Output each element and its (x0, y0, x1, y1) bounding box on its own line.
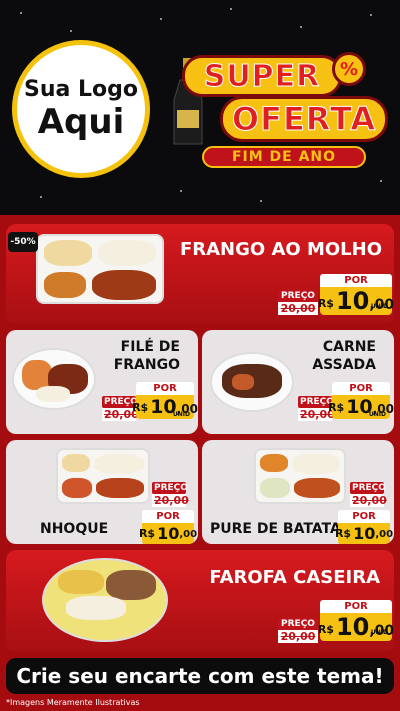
old-price: 20,00 (298, 408, 335, 421)
old-price: 20,00 (350, 494, 387, 507)
percent-icon: % (332, 52, 366, 86)
old-price-box: PREÇO 20,00 (350, 482, 387, 507)
product-name: NHOQUE (40, 521, 109, 537)
product-image (12, 348, 96, 410)
old-price-box: PREÇO 20,00 (102, 396, 139, 421)
old-price-label: PREÇO (102, 396, 138, 408)
old-price: 20,00 (152, 494, 189, 507)
product-card-pure-de-batata: PURE DE BATATA PREÇO 20,00 POR R$ 10 ,00 (202, 440, 394, 544)
old-price-label: PREÇO (350, 482, 386, 494)
por-label: POR (142, 510, 194, 523)
product-name-line-1: CARNE (322, 339, 376, 355)
product-card-nhoque: NHOQUE PREÇO 20,00 POR R$ 10 ,00 (6, 440, 198, 544)
por-label: POR (136, 382, 194, 395)
product-name: FAROFA CASEIRA (209, 567, 380, 588)
price-box: POR R$ 10 ,00 UNID (132, 382, 198, 419)
old-price: 20,00 (102, 408, 139, 421)
por-label: POR (332, 382, 390, 395)
discount-badge: -50% (8, 232, 38, 252)
product-image (36, 234, 164, 304)
price: R$ 10 ,00 UNID (132, 395, 198, 419)
product-image (56, 448, 150, 504)
product-card-farofa-caseira: FAROFA CASEIRA PREÇO 20,00 POR R$ 10 ,00… (6, 550, 394, 652)
price-box: POR R$ 10 ,00 (334, 510, 394, 544)
por-label: POR (338, 510, 390, 523)
cta-banner[interactable]: Crie seu encarte com este tema! (6, 658, 394, 694)
price: R$ 10 ,00 UNID (317, 613, 394, 641)
product-image (42, 558, 168, 642)
price-box: POR R$ 10 ,00 UNID (328, 382, 394, 419)
super-label: SUPER (182, 55, 342, 97)
old-price: 20,00 (278, 630, 318, 643)
por-label: POR (320, 274, 392, 287)
logo-line-2: Aqui (37, 102, 125, 142)
product-name-line-2: ASSADA (312, 357, 376, 373)
price-box: POR R$ 10 ,00 UNID (317, 600, 394, 641)
price-box: POR R$ 10 ,00 (138, 510, 198, 544)
product-card-carne-assada: CARNE ASSADA PREÇO 20,00 POR R$ 10 ,00 U… (202, 330, 394, 434)
footnote: *Imagens Meramente Ilustrativas (6, 698, 140, 707)
fim-de-ano-label: FIM DE ANO (202, 146, 366, 168)
logo-placeholder: Sua Logo Aqui (12, 40, 150, 178)
product-image (210, 352, 294, 412)
logo-line-1: Sua Logo (23, 77, 138, 102)
old-price: 20,00 (278, 302, 318, 315)
product-name: PURE DE BATATA (210, 521, 341, 537)
product-image (254, 448, 346, 504)
old-price-label: PREÇO (278, 618, 318, 630)
price: R$ 10 ,00 (334, 523, 394, 544)
old-price-label: PREÇO (298, 396, 334, 408)
product-card-file-de-frango: FILÉ DE FRANGO PREÇO 20,00 POR R$ 10 ,00… (6, 330, 198, 434)
product-name-line-2: FRANGO (113, 357, 180, 373)
old-price-box: PREÇO 20,00 (278, 618, 318, 643)
oferta-text: OFERTA (231, 100, 377, 139)
old-price-label: PREÇO (278, 290, 318, 302)
price: R$ 10 ,00 (138, 523, 198, 544)
price: R$ 10 ,00 UNID (317, 287, 394, 315)
old-price-box: PREÇO 20,00 (278, 290, 318, 315)
oferta-label: OFERTA (220, 96, 388, 142)
old-price-box: PREÇO 20,00 (298, 396, 335, 421)
por-label: POR (320, 600, 392, 613)
product-name-line-1: FILÉ DE (120, 339, 180, 355)
old-price-label: PREÇO (152, 482, 188, 494)
product-name: FRANGO AO MOLHO (179, 239, 382, 260)
product-card-frango-ao-molho: FRANGO AO MOLHO PREÇO 20,00 POR R$ 10 ,0… (6, 224, 394, 324)
old-price-box: PREÇO 20,00 (152, 482, 189, 507)
price: R$ 10 ,00 UNID (328, 395, 394, 419)
header-banner: Sua Logo Aqui SUPER % OFERTA FIM DE ANO (0, 0, 400, 215)
price-box: POR R$ 10 ,00 UNID (317, 274, 394, 315)
super-text: SUPER (203, 58, 321, 94)
